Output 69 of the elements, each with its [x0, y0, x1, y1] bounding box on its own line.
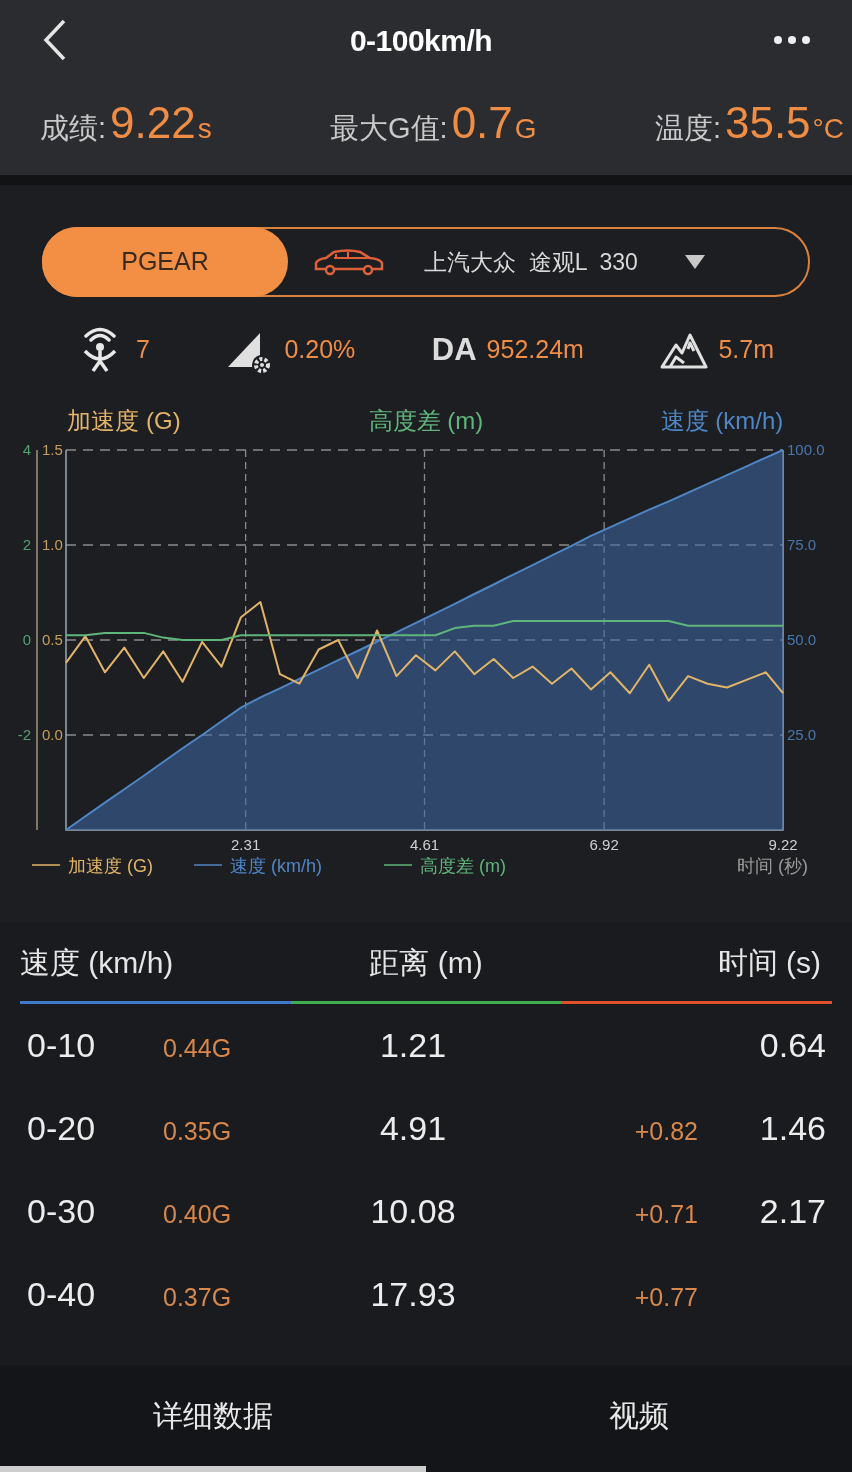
metric-value: 0.20%: [284, 334, 356, 366]
distance-value: 10.08: [369, 1191, 457, 1232]
column-header: 时间 (s): [716, 945, 822, 981]
axis-tick-label: 50.0: [787, 631, 817, 648]
speed-range: 0-20: [27, 1108, 97, 1149]
distance-value: 1.21: [378, 1025, 448, 1066]
metric-label: DA: [431, 330, 477, 369]
axis-tick-label: 2.31: [231, 836, 261, 853]
dropdown-icon: [683, 254, 706, 270]
time-delta: +0.77: [633, 1281, 698, 1313]
axis-tick-label: 1.0: [42, 536, 63, 553]
axis-tick-label: 25.0: [787, 726, 817, 743]
metric-value: 7: [136, 334, 150, 366]
result-unit: s: [197, 111, 212, 146]
x-axis-title: 时间 (秒): [737, 856, 808, 876]
legend-item: 速度 (km/h): [193, 856, 322, 876]
axis-tick-label: 4: [22, 441, 31, 458]
column-header: 速度 (km/h): [20, 945, 175, 981]
g-value: 0.44G: [163, 1032, 233, 1064]
vehicle-selector[interactable]: PGEAR 上汽大众 途观L 330: [42, 227, 810, 297]
axis-title: 高度差 (m): [368, 407, 484, 434]
axis-tick-label: 2: [22, 536, 31, 553]
legend-item: 高度差 (m): [383, 856, 506, 876]
axis-title: 速度 (km/h): [660, 407, 784, 434]
axis-title: 加速度 (G): [67, 407, 181, 434]
time-value: 1.46: [758, 1108, 826, 1149]
legend-label: 高度差 (m): [420, 856, 506, 876]
g-value: 0.37G: [163, 1281, 233, 1313]
speed-range: 0-10: [27, 1025, 97, 1066]
result-label: 温度:: [654, 110, 721, 146]
metric-value: 5.7m: [718, 334, 774, 366]
metric-value: 952.24m: [486, 334, 584, 366]
result-value: 9.22: [110, 96, 196, 149]
axis-tick-label: -2: [17, 726, 31, 743]
axis-tick-label: 6.92: [589, 836, 619, 853]
tab[interactable]: 详细数据: [0, 1365, 426, 1472]
legend-label: 加速度 (G): [68, 856, 153, 876]
speed-range: 0-40: [27, 1274, 97, 1315]
time-delta: +0.71: [633, 1198, 698, 1230]
column-header: 距离 (m): [368, 945, 484, 981]
axis-tick-label: 0: [22, 631, 31, 648]
speed-range: 0-30: [27, 1191, 97, 1232]
g-value: 0.40G: [163, 1198, 233, 1230]
brand-pill[interactable]: PGEAR: [42, 227, 288, 297]
result-value: 35.5: [724, 96, 811, 149]
axis-tick-label: 0.0: [42, 726, 63, 743]
distance-value: 4.91: [378, 1108, 448, 1149]
result-label: 成绩:: [40, 110, 107, 146]
axis-tick-label: 4.61: [409, 836, 440, 853]
legend-item: 加速度 (G): [31, 856, 153, 876]
axis-tick-label: 75.0: [787, 536, 817, 553]
result-unit: G: [514, 111, 537, 146]
time-value: 0.64: [758, 1025, 826, 1066]
axis-tick-label: 100.0: [787, 441, 825, 458]
tab[interactable]: 视频: [426, 1365, 852, 1472]
legend-label: 速度 (km/h): [230, 856, 322, 876]
time-value: 2.17: [758, 1191, 826, 1232]
vehicle-name: 上汽大众 途观L 330: [424, 247, 638, 277]
axis-tick-label: 0.5: [42, 631, 63, 648]
page-title: 0-100km/h: [349, 22, 493, 59]
axis-tick-label: 9.22: [768, 836, 798, 853]
g-value: 0.35G: [163, 1115, 233, 1147]
result-value: 0.7: [451, 96, 513, 149]
car-icon: [312, 247, 386, 277]
distance-value: 17.93: [369, 1274, 457, 1315]
result-label: 最大G值:: [330, 110, 448, 146]
axis-tick-label: 1.5: [42, 441, 63, 458]
time-delta: +0.82: [633, 1115, 698, 1147]
result-unit: °C: [812, 111, 844, 146]
